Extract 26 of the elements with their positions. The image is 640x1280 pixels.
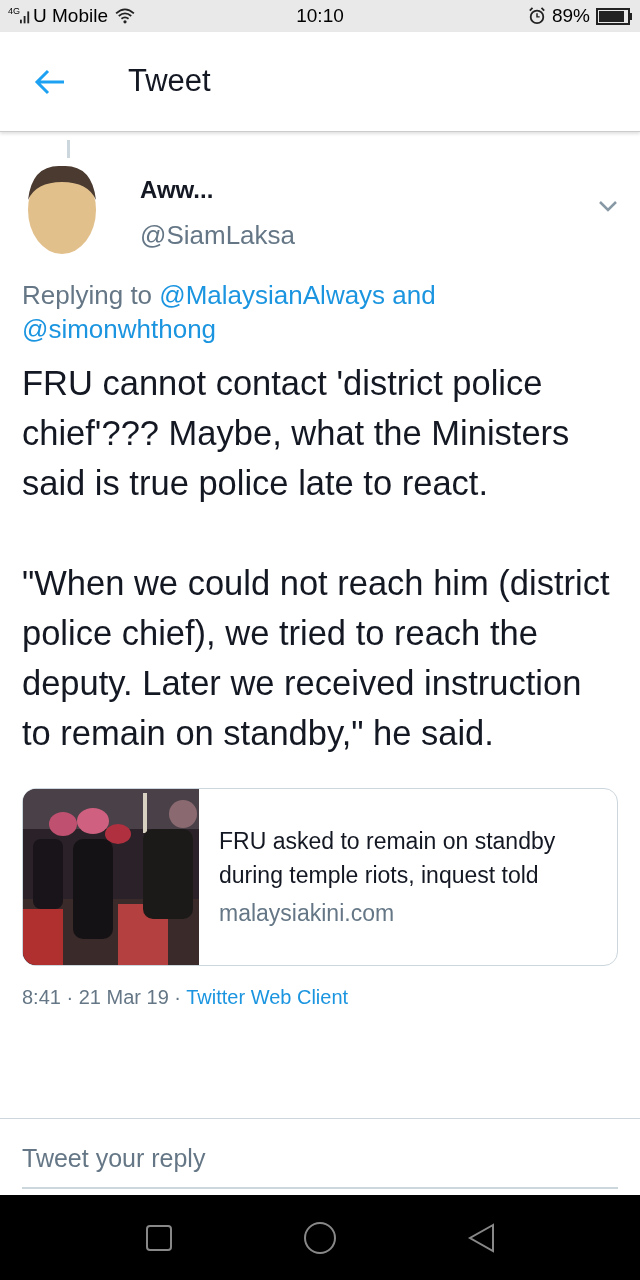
signal-icon: [20, 8, 31, 24]
card-title: FRU asked to remain on standby during temple riots, inquest told: [219, 827, 557, 890]
page-title: Tweet: [128, 62, 211, 101]
source-link[interactable]: Twitter Web Client: [186, 986, 349, 1008]
battery-percent: 89%: [551, 3, 590, 28]
mention-link[interactable]: @MalaysianAlways and: [159, 280, 436, 310]
tweet-text: "When we could not reach him (district police chief), we tried to reach the deputy. Later we received instruction to remain on standby," he said.: [22, 563, 611, 754]
alarm-icon: [527, 7, 546, 25]
link-card[interactable]: FRU asked to remain on standby during temple riots, inquest told malaysiakini.com: [22, 788, 618, 966]
recents-icon[interactable]: [145, 1223, 173, 1252]
tweet-meta: 8:41 · 21 Mar 19 · Twitter Web Client: [22, 985, 350, 1010]
network-type: 4G: [8, 5, 20, 18]
author-name[interactable]: Aww...: [140, 172, 295, 208]
chevron-down-icon[interactable]: [598, 200, 618, 212]
wifi-icon: [114, 8, 136, 24]
reply-field[interactable]: Tweet your reply: [22, 1129, 618, 1189]
card-domain: malaysiakini.com: [219, 899, 396, 928]
replying-to-text: Replying to @MalaysianAlways and @simonwhthong: [22, 279, 437, 346]
clock-time: 10:10: [296, 3, 344, 28]
carrier-name: U Mobile: [33, 3, 108, 28]
home-icon[interactable]: [303, 1220, 337, 1255]
author-handle[interactable]: @SiamLaksa: [140, 216, 295, 255]
mention-link[interactable]: @simonwhthong: [22, 314, 217, 344]
battery-icon: [596, 7, 632, 25]
back-icon[interactable]: [467, 1222, 495, 1253]
tweet-text: FRU cannot contact 'district police chief'??? Maybe, what the Ministers said is true police late to react.: [22, 363, 571, 504]
